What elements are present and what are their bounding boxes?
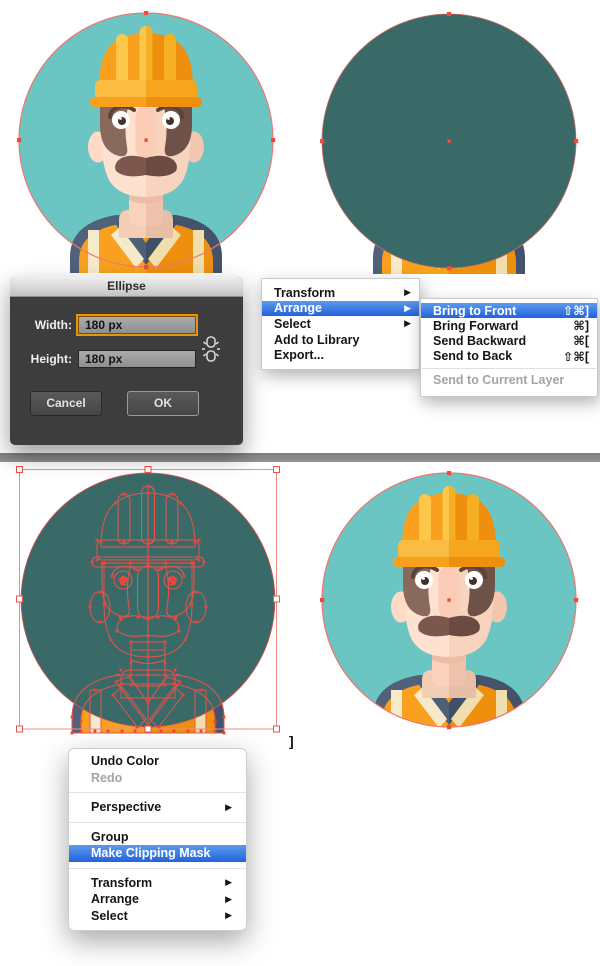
submenu-arrow-icon: ▶ [404, 288, 411, 297]
width-label: Width: [14, 317, 72, 333]
height-label: Height: [14, 351, 72, 367]
panel-worker-selected[interactable] [16, 7, 276, 277]
menu-item-select[interactable]: Select ▶ [262, 316, 419, 332]
menu-item-select[interactable]: Select ▶ [69, 908, 246, 925]
menu-item-bring-to-front[interactable]: Bring to Front ⇧⌘] [421, 303, 597, 318]
menu-item-add-to-library[interactable]: Add to Library [262, 332, 419, 348]
menu-item-arrange[interactable]: Arrange ▶ [69, 891, 246, 908]
panel-clipped-avatar[interactable] [319, 467, 579, 737]
menu-separator [422, 368, 596, 369]
dialog-title: Ellipse [10, 277, 243, 297]
submenu-arrow-icon: ▶ [225, 803, 232, 812]
menu-separator [69, 792, 246, 793]
height-field[interactable]: 180 px [78, 350, 196, 368]
menu-item-group[interactable]: Group [69, 829, 246, 846]
shortcut-label: ⌘] [573, 318, 589, 333]
menu-item-export[interactable]: Export... [262, 347, 419, 363]
shortcut-label: ⇧⌘] [563, 303, 589, 318]
context-menu: Transform ▶ Arrange ▶ Select ▶ Add to Li… [261, 278, 420, 370]
submenu-arrow-icon: ▶ [404, 304, 411, 313]
menu-separator [69, 868, 246, 869]
menu-separator [69, 822, 246, 823]
stray-bracket-glyph: ] [289, 733, 294, 749]
ellipse-dialog: Ellipse Width: 180 px Height: 180 px Can… [10, 277, 243, 445]
menu-item-bring-forward[interactable]: Bring Forward ⌘] [421, 318, 597, 333]
panel-dark-circle[interactable] [319, 8, 579, 278]
arrange-submenu: Bring to Front ⇧⌘] Bring Forward ⌘] Send… [420, 298, 598, 397]
menu-item-transform[interactable]: Transform ▶ [69, 875, 246, 892]
edit-context-menu: Undo Color Redo Perspective ▶ Group Make… [68, 748, 247, 931]
menu-item-redo: Redo [69, 770, 246, 787]
tutorial-canvas: Ellipse Width: 180 px Height: 180 px Can… [0, 0, 600, 966]
menu-item-make-clipping-mask[interactable]: Make Clipping Mask [69, 845, 246, 862]
menu-item-send-to-current-layer: Send to Current Layer [421, 373, 597, 388]
submenu-arrow-icon: ▶ [225, 878, 232, 887]
shortcut-label: ⌘[ [573, 333, 589, 348]
constrain-proportions-icon[interactable] [200, 329, 222, 369]
menu-item-arrange[interactable]: Arrange ▶ [262, 301, 419, 317]
ok-button[interactable]: OK [127, 391, 199, 416]
width-field[interactable]: 180 px [78, 316, 196, 334]
menu-item-perspective[interactable]: Perspective ▶ [69, 799, 246, 816]
menu-item-send-to-back[interactable]: Send to Back ⇧⌘[ [421, 349, 597, 364]
cancel-button[interactable]: Cancel [30, 391, 102, 416]
submenu-arrow-icon: ▶ [225, 895, 232, 904]
shortcut-label: ⇧⌘[ [563, 349, 589, 364]
section-divider [0, 453, 600, 462]
menu-item-undo-color[interactable]: Undo Color [69, 753, 246, 770]
menu-item-transform[interactable]: Transform ▶ [262, 285, 419, 301]
submenu-arrow-icon: ▶ [225, 911, 232, 920]
panel-wireframe-selection[interactable] [14, 463, 282, 737]
submenu-arrow-icon: ▶ [404, 319, 411, 328]
menu-item-send-backward[interactable]: Send Backward ⌘[ [421, 333, 597, 348]
